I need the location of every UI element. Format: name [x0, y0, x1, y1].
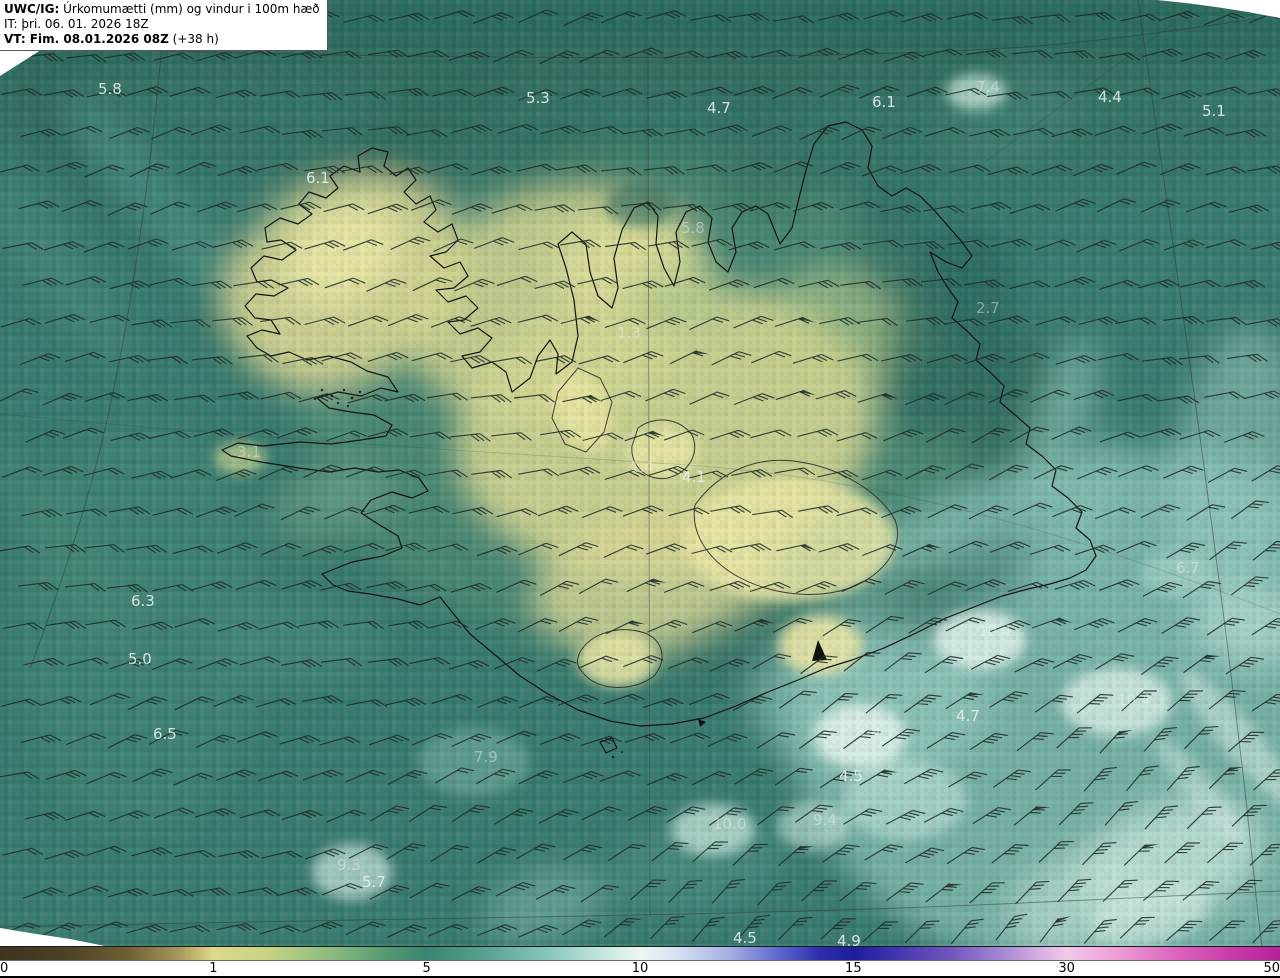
precip-value-label: 1.3 [617, 324, 641, 342]
precip-value-label: 5.3 [526, 89, 550, 107]
precip-value-label: 3.1 [237, 443, 261, 461]
title-box: UWC/IG: Úrkomumætti (mm) og vindur i 100… [0, 0, 328, 51]
colorbar-tick-label: 0 [0, 961, 9, 976]
colorbar-tick-label: 5 [422, 961, 431, 976]
precip-value-label: 4.7 [707, 99, 731, 117]
precip-value-label: 6.7 [1176, 559, 1200, 577]
colorbar-tick-label: 1 [209, 961, 218, 976]
valid-time-line: VT: Fim. 08.01.2026 08Z (+38 h) [4, 32, 320, 47]
precip-value-label: 5.0 [128, 650, 152, 668]
precip-value-label: 10.4 [1117, 691, 1150, 709]
precip-value-label: 4.5 [733, 929, 757, 946]
colorbar-tick-label: 50 [1263, 961, 1280, 976]
precip-value-label: 10.0 [713, 815, 746, 833]
product-desc: Úrkomumætti (mm) og vindur i 100m hæð [59, 2, 320, 16]
precip-value-label: 4.4 [1098, 88, 1122, 106]
precip-value-label: 2.7 [976, 299, 1000, 317]
colorbar: 0 1 5 10 15 30 50 [0, 946, 1280, 978]
precip-value-label: 6.1 [872, 93, 896, 111]
precip-value-label: 5.8 [98, 80, 122, 98]
precip-value-label: 6.3 [131, 592, 155, 610]
precip-value-label: 4.1 [682, 468, 706, 486]
valid-time: VT: Fim. 08.01.2026 08Z [4, 32, 169, 46]
colorbar-ticks: 0 1 5 10 15 30 50 [0, 961, 1280, 976]
product-id: UWC/IG: [4, 2, 60, 16]
precip-value-label: 5.1 [1202, 102, 1226, 120]
colorbar-gradient [0, 946, 1280, 961]
precip-value-label: 10.4 [978, 622, 1011, 640]
lead-time: (+38 h) [168, 32, 219, 46]
precip-value-label: 5.8 [681, 219, 705, 237]
precip-value-label: 9.3 [337, 856, 361, 874]
product-line: UWC/IG: Úrkomumætti (mm) og vindur i 100… [4, 2, 320, 17]
precip-value-label: 4.5 [839, 767, 863, 785]
precip-value-label: 9.4 [813, 811, 837, 829]
precip-value-label: 7.4 [976, 78, 1000, 96]
precip-value-label: 7.9 [474, 748, 498, 766]
precip-value-label: 1.4 [630, 458, 654, 476]
colorbar-tick-label: 10 [631, 961, 649, 976]
map-canvas: 5.8 6.1 5.3 4.7 6.1 7.4 4.4 5.1 5.8 2.7 1.3 3.1 1.4 4… [0, 0, 1280, 946]
map-svg: 5.8 6.1 5.3 4.7 6.1 7.4 4.4 5.1 5.8 2.7 1.3 3.1 1.4 4… [0, 0, 1280, 946]
precip-value-label: 4.9 [837, 932, 861, 946]
colorbar-tick-label: 15 [845, 961, 862, 976]
precip-value-label: 6.5 [153, 725, 177, 743]
precip-value-label: 9.9 [856, 722, 880, 740]
colorbar-tick-label: 30 [1058, 961, 1075, 976]
precip-value-label: 6.1 [306, 169, 330, 187]
precip-value-label: 5.7 [362, 873, 386, 891]
init-time-line: IT: þri. 06. 01. 2026 18Z [4, 17, 149, 31]
precip-value-label: 4.7 [956, 707, 980, 725]
weather-forecast-viewer: 5.8 6.1 5.3 4.7 6.1 7.4 4.4 5.1 5.8 2.7 1.3 3.1 1.4 4… [0, 0, 1280, 978]
